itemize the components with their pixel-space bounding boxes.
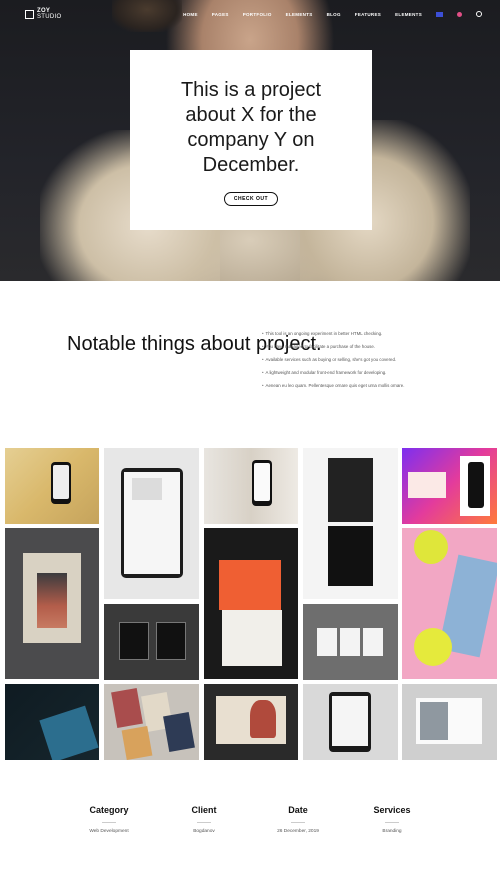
main-nav: ZOY STUDIO HOME PAGES PORTFOLIO ELEMENTS… (0, 8, 500, 24)
divider (197, 822, 211, 823)
gallery-image[interactable] (5, 684, 99, 760)
gallery-image[interactable] (5, 448, 99, 524)
gallery (0, 448, 500, 763)
gallery-image[interactable] (303, 684, 398, 760)
divider (291, 822, 305, 823)
dribbble-icon[interactable] (457, 11, 462, 17)
hero-title: This is a project about X for the compan… (180, 79, 322, 176)
gallery-image[interactable] (5, 528, 99, 679)
language-flag-icon[interactable] (436, 11, 443, 17)
menu-item-home[interactable]: HOME (183, 12, 198, 17)
info-value: Web Development (89, 829, 129, 834)
gallery-image[interactable] (402, 684, 497, 760)
divider (102, 822, 116, 823)
logo[interactable]: ZOY STUDIO (25, 8, 61, 20)
info-services: Services Branding (337, 805, 447, 834)
gallery-image[interactable] (204, 448, 298, 524)
list-item: You have managed to facilitate a purchas… (262, 344, 404, 357)
gallery-image[interactable] (402, 448, 497, 524)
info-value: Branding (382, 829, 402, 834)
logo-mark-icon (25, 9, 34, 19)
logo-line-2: STUDIO (37, 14, 62, 20)
search-icon[interactable] (476, 11, 482, 17)
menu-item-portfolio[interactable]: PORTFOLIO (243, 12, 272, 17)
logo-text: ZOY STUDIO (37, 8, 61, 20)
list-item: Aenean eu leo quam. Pellentesque ornare … (262, 383, 405, 396)
gallery-image[interactable] (402, 528, 497, 679)
gallery-image[interactable] (104, 448, 199, 599)
info-heading: Category (89, 805, 129, 815)
menu: HOME PAGES PORTFOLIO ELEMENTS BLOG FEATU… (183, 11, 482, 17)
check-out-button[interactable]: CHECK OUT (223, 192, 279, 206)
menu-item-blog[interactable]: BLOG (327, 12, 341, 17)
gallery-image[interactable] (104, 604, 199, 680)
list-item: A lightweight and modular front-end fram… (262, 370, 404, 383)
gallery-image[interactable] (204, 684, 298, 760)
gallery-image[interactable] (204, 528, 298, 679)
menu-item-pages[interactable]: PAGES (212, 12, 229, 17)
hero-card: This is a project about X for the compan… (130, 50, 372, 230)
hero-section: ZOY STUDIO HOME PAGES PORTFOLIO ELEMENTS… (0, 0, 500, 281)
gallery-image[interactable] (303, 604, 398, 680)
list-item: This tool is an ongoing experiment in be… (262, 331, 404, 344)
info-heading: Services (373, 805, 411, 815)
gallery-image[interactable] (303, 448, 398, 599)
menu-item-elements[interactable]: ELEMENTS (286, 12, 313, 17)
menu-item-features[interactable]: FEATURES (355, 12, 381, 17)
divider (385, 822, 399, 823)
info-category: Category Web Development (54, 805, 164, 834)
menu-item-elements-2[interactable]: ELEMENTS (395, 12, 422, 17)
gallery-image[interactable] (104, 684, 199, 760)
notable-list: This tool is an ongoing experiment in be… (262, 331, 405, 396)
list-item: Available services such as buying or sel… (262, 357, 404, 370)
